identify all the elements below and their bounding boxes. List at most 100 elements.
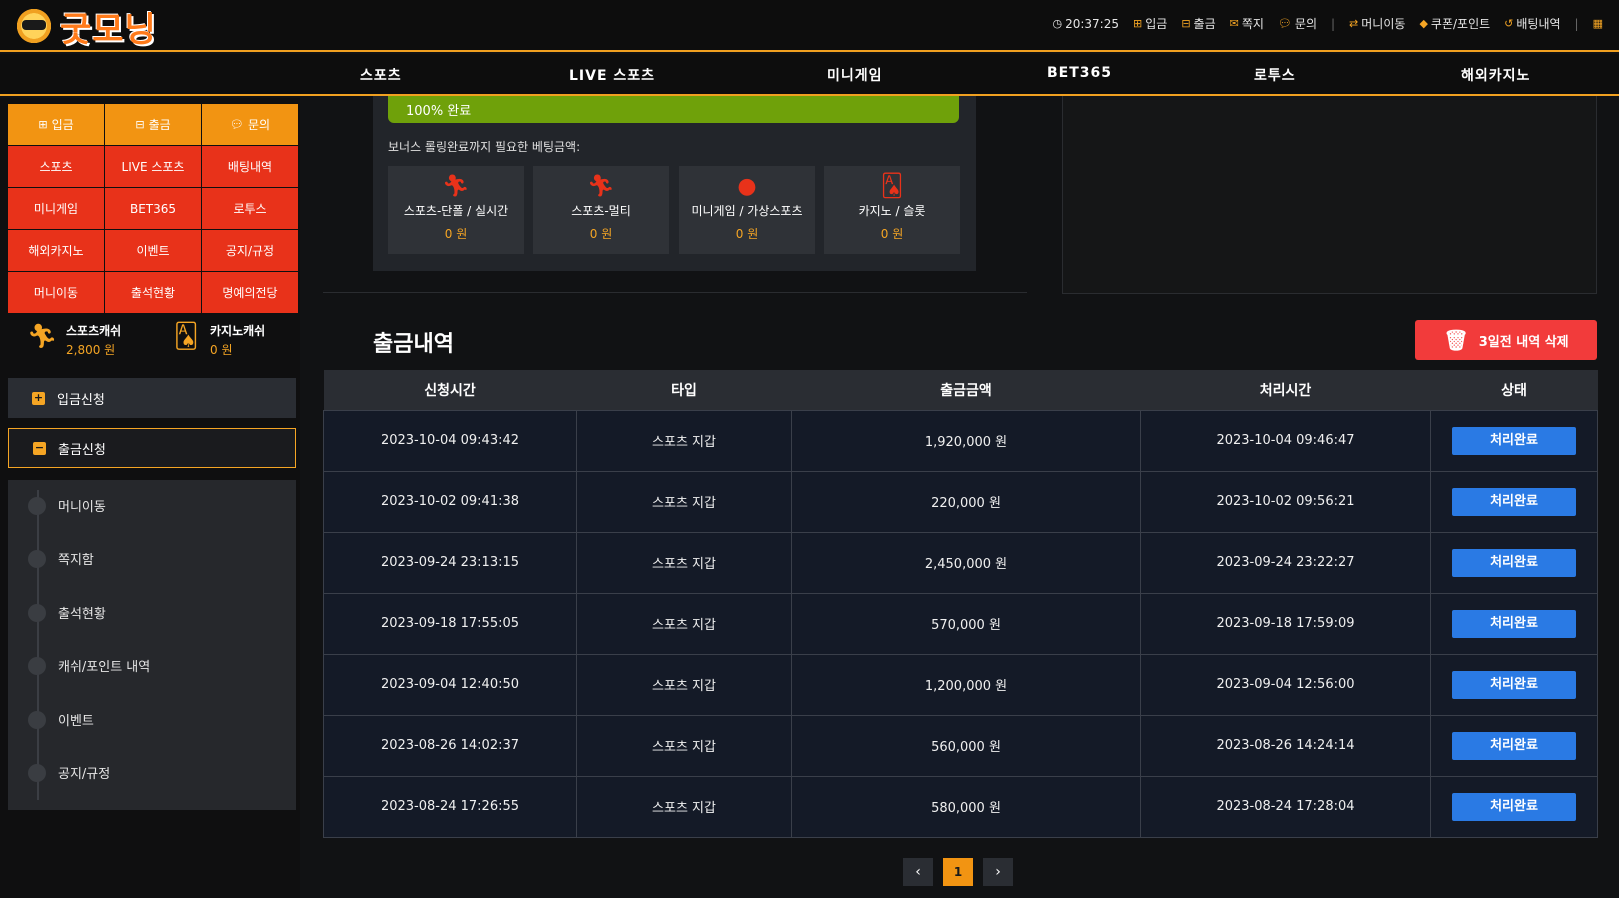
withdraw-request-button[interactable]: − 출금신청 [8, 428, 296, 468]
cell-status: 처리완료 [1430, 653, 1598, 716]
quick-live-sports-button[interactable]: LIVE 스포츠 [105, 146, 201, 187]
quick-attendance-button[interactable]: 출석현황 [105, 272, 201, 313]
top-links: ◷ 20:37:25 ⊞ 입금 ⊟ 출금 ✉ 쪽지 💬︎ 문의 | ⇄ 머니이동 ◆ 쿠폰/포… [1052, 15, 1603, 32]
top-link-message[interactable]: ✉ 쪽지 [1230, 15, 1264, 32]
bullet-icon [28, 603, 46, 622]
quick-bet-history-button[interactable]: 배팅내역 [202, 146, 298, 187]
submenu-line [37, 490, 39, 800]
quick-hall-of-fame-button[interactable]: 명예의전당 [202, 272, 298, 313]
bonus-card-name: 스포츠-멀티 [571, 204, 631, 218]
nav-minigame[interactable]: 미니게임 [827, 65, 883, 85]
top-link-label: 쿠폰/포인트 [1430, 17, 1491, 31]
cards-icon: 🂡 [173, 322, 199, 350]
chat-icon: 💬︎ [1277, 17, 1292, 30]
status-badge[interactable]: 처리완료 [1452, 487, 1576, 516]
clock-icon: ◷ [1052, 17, 1063, 30]
submenu-label: 이벤트 [58, 714, 94, 729]
cell-status: 처리완료 [1430, 775, 1598, 838]
quick-withdraw-button[interactable]: ⊟ 출금 [105, 104, 201, 145]
status-badge[interactable]: 처리완료 [1452, 670, 1576, 699]
withdraw-request-label: 출금신청 [58, 442, 106, 458]
minus-icon: − [33, 440, 46, 455]
quick-bet365-button[interactable]: BET365 [105, 188, 201, 229]
quick-overseas-casino-button[interactable]: 해외카지노 [8, 230, 104, 271]
wallet-name: 스포츠캐쉬 [66, 324, 122, 338]
submenu-label: 머니이동 [58, 500, 106, 515]
cell-amount: 1,920,000 원 [791, 409, 1141, 472]
sports-cash-wallet: 🏃︎ 스포츠캐쉬 2,800 원 [26, 322, 121, 358]
cell-status: 처리완료 [1430, 531, 1598, 594]
quick-event-button[interactable]: 이벤트 [105, 230, 201, 271]
top-link-coupon[interactable]: ◆ 쿠폰/포인트 [1419, 15, 1490, 32]
quick-deposit-button[interactable]: ⊞ 입금 [8, 104, 104, 145]
runner-icon: 🏃︎ [26, 322, 58, 350]
table-row: 2023-10-02 09:41:38 스포츠 지갑 220,000 원 202… [323, 470, 1598, 533]
table-row: 2023-09-04 12:40:50 스포츠 지갑 1,200,000 원 2… [323, 653, 1598, 716]
quick-inquiry-button[interactable]: 💬︎ 문의 [202, 104, 298, 145]
nav-live-sports[interactable]: LIVE 스포츠 [569, 65, 655, 85]
withdraw-history-table: 신청시간 타입 출금금액 처리시간 상태 2023-10-04 09:43:42… [323, 370, 1598, 838]
delete-button-label: 3일전 내역 삭제 [1478, 334, 1569, 350]
site-logo[interactable]: 굿모닝 [14, 4, 157, 50]
status-badge[interactable]: 처리완료 [1452, 426, 1576, 455]
status-badge[interactable]: 처리완료 [1452, 609, 1576, 638]
top-link-transfer[interactable]: ⇄ 머니이동 [1349, 15, 1405, 32]
casino-cash-wallet: 🂡 카지노캐쉬 0 원 [170, 322, 265, 358]
status-badge[interactable]: 처리완료 [1452, 548, 1576, 577]
cell-processed: 2023-09-18 17:59:09 [1140, 592, 1431, 655]
cell-requested: 2023-09-24 23:13:15 [323, 531, 577, 594]
cell-type: 스포츠 지갑 [576, 714, 792, 777]
divider: | [1331, 16, 1336, 31]
submenu-attendance[interactable]: 출석현황 [28, 603, 106, 622]
col-requested: 신청시간 [323, 370, 577, 410]
wallet-value: 2,800 원 [66, 343, 116, 357]
nav-sports[interactable]: 스포츠 [360, 65, 402, 85]
quick-minigame-button[interactable]: 미니게임 [8, 188, 104, 229]
cell-processed: 2023-10-04 09:46:47 [1140, 409, 1431, 472]
submenu-money-transfer[interactable]: 머니이동 [28, 496, 106, 515]
delete-old-history-button[interactable]: 🗑︎ 3일전 내역 삭제 [1415, 320, 1597, 360]
quick-lotus-button[interactable]: 로투스 [202, 188, 298, 229]
quick-sports-button[interactable]: 스포츠 [8, 146, 104, 187]
top-link-label: 배팅내역 [1516, 17, 1561, 31]
calendar-icon[interactable]: ▦ [1593, 17, 1603, 30]
bonus-card-value: 0 원 [444, 227, 468, 241]
nav-lotus[interactable]: 로투스 [1254, 65, 1296, 85]
quick-menu-grid: ⊞ 입금 ⊟ 출금 💬︎ 문의 스포츠 LIVE 스포츠 배팅내역 미니게임 BET3… [8, 104, 298, 313]
status-badge[interactable]: 처리완료 [1452, 792, 1576, 821]
nav-overseas-casino[interactable]: 해외카지노 [1461, 65, 1530, 85]
submenu-notice[interactable]: 공지/규정 [28, 763, 110, 782]
top-link-label: 쪽지 [1241, 17, 1264, 31]
cell-amount: 560,000 원 [791, 714, 1141, 777]
col-status: 상태 [1430, 370, 1598, 410]
next-page-button[interactable]: › [983, 858, 1013, 886]
cell-status: 처리완료 [1430, 714, 1598, 777]
wallet-value: 0 원 [210, 343, 233, 357]
bullet-icon [28, 656, 46, 675]
cell-amount: 1,200,000 원 [791, 653, 1141, 716]
nav-bet365[interactable]: BET365 [1047, 65, 1112, 81]
top-link-history[interactable]: ↺ 배팅내역 [1504, 15, 1560, 32]
top-link-deposit[interactable]: ⊞ 입금 [1133, 15, 1167, 32]
quick-money-transfer-button[interactable]: 머니이동 [8, 272, 104, 313]
table-row: 2023-09-18 17:55:05 스포츠 지갑 570,000 원 202… [323, 592, 1598, 655]
top-link-withdraw[interactable]: ⊟ 출금 [1181, 15, 1215, 32]
cell-processed: 2023-10-02 09:56:21 [1140, 470, 1431, 533]
submenu-messages[interactable]: 쪽지함 [28, 549, 94, 568]
quick-notice-button[interactable]: 공지/규정 [202, 230, 298, 271]
cell-requested: 2023-10-04 09:43:42 [323, 409, 577, 472]
cell-requested: 2023-08-26 14:02:37 [323, 714, 577, 777]
quick-label: 입금 [51, 118, 74, 132]
submenu-event[interactable]: 이벤트 [28, 710, 94, 729]
minus-square-icon: ⊟ [135, 118, 145, 131]
top-link-inquiry[interactable]: 💬︎ 문의 [1278, 15, 1317, 32]
status-badge[interactable]: 처리완료 [1452, 731, 1576, 760]
cell-status: 처리완료 [1430, 470, 1598, 533]
deposit-request-button[interactable]: + 입금신청 [8, 378, 296, 418]
current-page-button[interactable]: 1 [943, 858, 973, 886]
top-link-label: 입금 [1145, 17, 1168, 31]
submenu-cash-point-history[interactable]: 캐쉬/포인트 내역 [28, 656, 150, 675]
prev-page-button[interactable]: ‹ [903, 858, 933, 886]
ball-icon: ● [737, 174, 757, 199]
bullet-icon [28, 549, 46, 568]
